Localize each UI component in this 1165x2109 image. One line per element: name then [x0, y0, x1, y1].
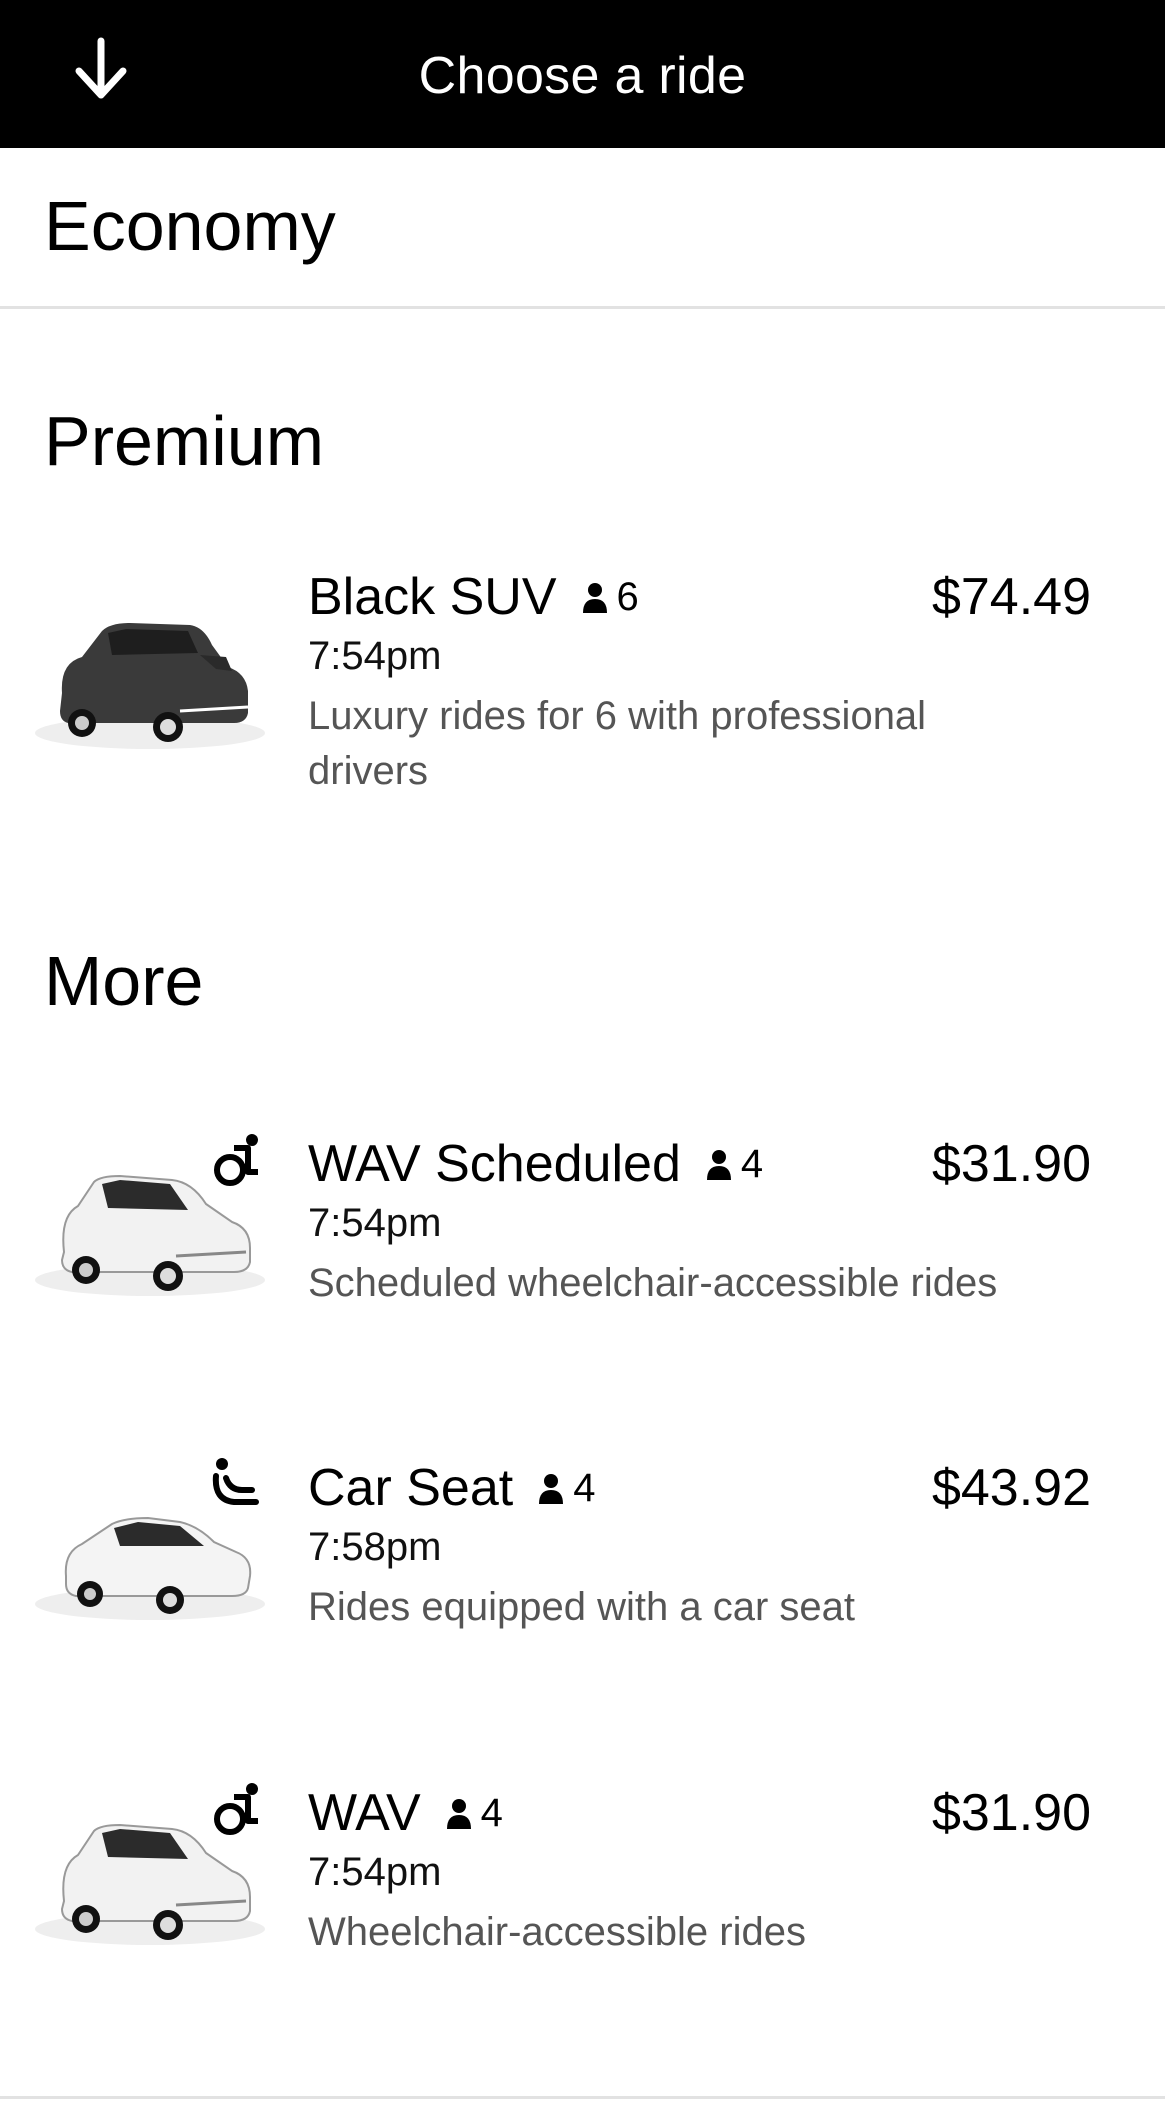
- car-image: [20, 605, 270, 775]
- car-image: [20, 1781, 270, 1951]
- ride-eta: 7:54pm: [308, 634, 442, 678]
- capacity: 4: [537, 1456, 595, 1520]
- ride-description: Rides equipped with a car seat: [308, 1585, 855, 1629]
- person-icon: [706, 1150, 731, 1180]
- ride-eta: 7:54pm: [308, 1201, 442, 1245]
- car-image: [20, 1456, 270, 1626]
- ride-description: Wheelchair-accessible rides: [308, 1910, 806, 1954]
- car-seat-icon: [212, 1458, 259, 1505]
- section-title-premium: Premium: [44, 402, 325, 480]
- ride-eta: 7:54pm: [308, 1850, 442, 1894]
- section-title-economy: Economy: [44, 187, 336, 265]
- capacity-count: 4: [480, 1791, 503, 1835]
- person-icon: [539, 1474, 564, 1504]
- ride-description: Scheduled wheelchair-accessible rides: [308, 1261, 998, 1305]
- capacity-count: 4: [740, 1142, 764, 1186]
- ride-price: $74.49: [931, 568, 1091, 626]
- ride-option-wav[interactable]: WAV 4 $31.90 7:54pm Wheelchair-accessibl…: [0, 1781, 1165, 1961]
- capacity: 4: [705, 1132, 763, 1196]
- person-icon: [582, 583, 607, 613]
- car-image: [20, 1132, 270, 1302]
- top-bar: Choose a ride: [0, 0, 1165, 148]
- ride-price: $31.90: [931, 1784, 1091, 1842]
- bottom-divider: [0, 2096, 1165, 2099]
- wheelchair-icon: [214, 1783, 258, 1835]
- wheelchair-icon: [214, 1134, 258, 1186]
- ride-description: Luxury rides for 6 with professional dri…: [308, 694, 927, 793]
- ride-option-wav-scheduled[interactable]: WAV Scheduled 4 $31.90 7:54pm Scheduled …: [0, 1132, 1165, 1312]
- capacity: 6: [581, 565, 639, 629]
- capacity: 4: [445, 1781, 503, 1845]
- section-divider: [0, 306, 1165, 309]
- page-title: Choose a ride: [418, 47, 747, 105]
- ride-name: WAV: [308, 1784, 421, 1842]
- ride-price: $43.92: [931, 1459, 1091, 1517]
- ride-option-car-seat[interactable]: Car Seat 4 $43.92 7:58pm Rides equipped …: [0, 1456, 1165, 1636]
- ride-name: WAV Scheduled: [308, 1135, 681, 1193]
- ride-price: $31.90: [931, 1135, 1091, 1193]
- ride-name: Car Seat: [308, 1459, 514, 1517]
- person-icon: [446, 1799, 471, 1829]
- ride-eta: 7:58pm: [308, 1525, 442, 1569]
- capacity-count: 4: [573, 1466, 596, 1510]
- ride-option-black-suv[interactable]: Black SUV 6 $74.49 7:54pm Luxury rides f…: [0, 565, 1165, 815]
- section-title-more: More: [44, 942, 204, 1020]
- capacity-count: 6: [616, 575, 639, 619]
- ride-name: Black SUV: [308, 568, 557, 626]
